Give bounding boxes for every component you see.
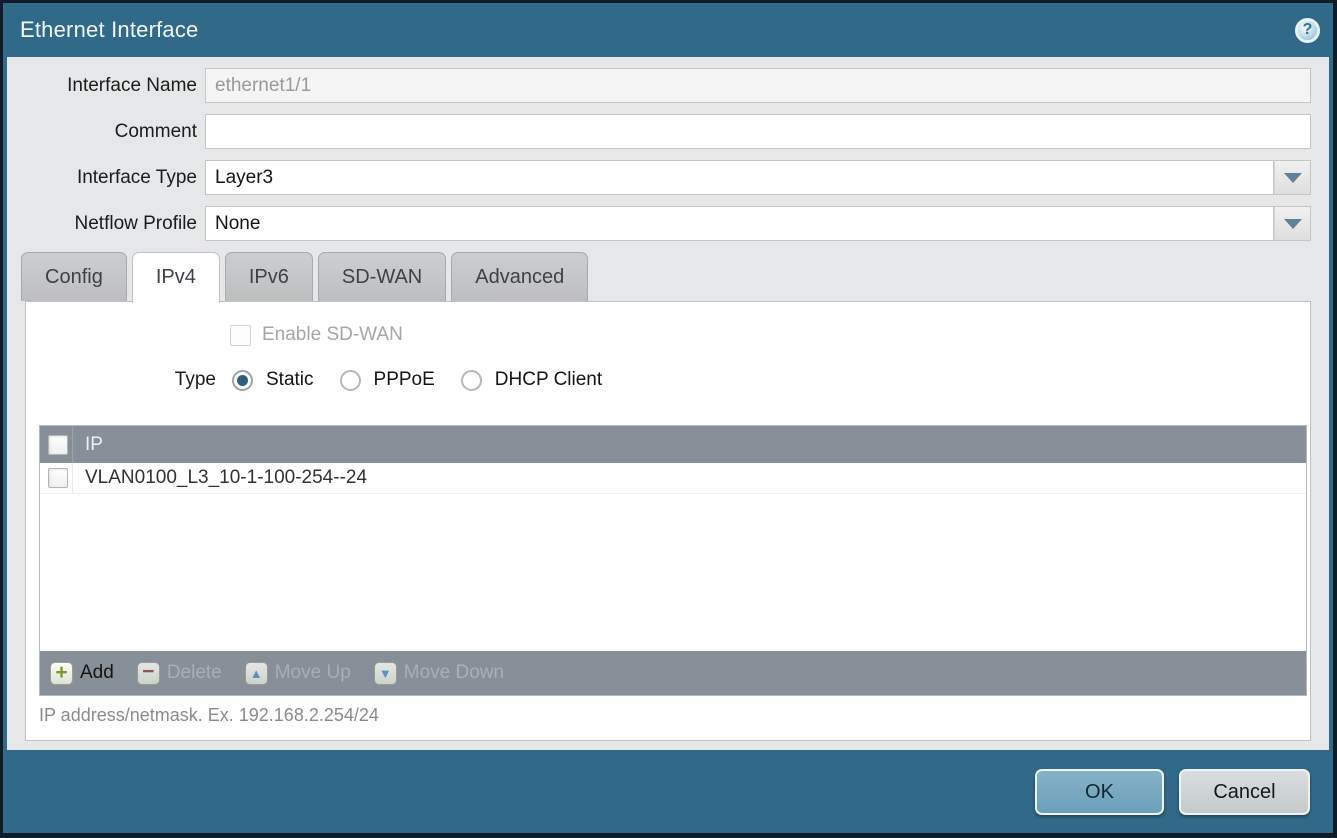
ip-column-header: IP <box>85 434 103 456</box>
tab-bar: Config IPv4 IPv6 SD-WAN Advanced <box>21 252 1329 301</box>
radio-button-icon[interactable] <box>461 370 482 391</box>
move-up-button: ▲ Move Up <box>245 662 351 685</box>
ipv4-tab-panel: Enable SD-WAN Type Static PPPoE DHCP Cli… <box>25 301 1311 741</box>
plus-icon: + <box>50 662 73 685</box>
chevron-down-icon <box>1284 173 1302 183</box>
radio-static[interactable]: Static <box>232 369 314 391</box>
cancel-button[interactable]: Cancel <box>1179 769 1310 815</box>
ip-table-body: VLAN0100_L3_10-1-100-254--24 <box>40 463 1306 651</box>
enable-sdwan-label: Enable SD-WAN <box>262 324 403 346</box>
minus-icon: − <box>137 662 160 685</box>
dialog-title: Ethernet Interface <box>20 17 198 43</box>
tab-advanced[interactable]: Advanced <box>451 252 588 301</box>
interface-type-dropdown-button[interactable] <box>1274 160 1311 195</box>
dialog-titlebar: Ethernet Interface ? <box>3 3 1333 57</box>
select-all-checkbox[interactable] <box>48 435 68 455</box>
ip-address-table: IP VLAN0100_L3_10-1-100-254--24 + Add <box>39 425 1307 696</box>
tab-sdwan[interactable]: SD-WAN <box>318 252 446 301</box>
arrow-down-icon: ▼ <box>374 662 397 685</box>
ethernet-interface-dialog: Ethernet Interface ? Interface Name Comm… <box>0 0 1337 838</box>
ok-button[interactable]: OK <box>1035 769 1164 815</box>
enable-sdwan-row: Enable SD-WAN <box>230 324 1310 346</box>
comment-row: Comment <box>7 114 1329 149</box>
help-icon[interactable]: ? <box>1295 18 1320 43</box>
tab-ipv6[interactable]: IPv6 <box>225 252 313 301</box>
type-label: Type <box>26 369 216 391</box>
netflow-profile-dropdown-button[interactable] <box>1274 206 1311 241</box>
ip-table-toolbar: + Add − Delete ▲ Move Up ▼ Move Down <box>40 651 1306 695</box>
chevron-down-icon <box>1284 219 1302 229</box>
ip-table-header: IP <box>40 426 1306 463</box>
ip-format-hint: IP address/netmask. Ex. 192.168.2.254/24 <box>39 705 379 726</box>
interface-type-label: Interface Type <box>7 167 205 189</box>
enable-sdwan-checkbox <box>230 325 251 346</box>
type-row: Type Static PPPoE DHCP Client <box>26 369 1310 391</box>
radio-static-label: Static <box>266 369 314 391</box>
comment-field[interactable] <box>205 114 1311 149</box>
tab-ipv4[interactable]: IPv4 <box>132 252 220 303</box>
radio-pppoe[interactable]: PPPoE <box>340 369 435 391</box>
netflow-profile-field[interactable] <box>205 206 1274 241</box>
delete-button: − Delete <box>137 662 222 685</box>
add-button[interactable]: + Add <box>50 662 114 685</box>
tab-config[interactable]: Config <box>21 252 127 301</box>
interface-name-label: Interface Name <box>7 75 205 97</box>
arrow-up-icon: ▲ <box>245 662 268 685</box>
netflow-profile-label: Netflow Profile <box>7 213 205 235</box>
dialog-footer: OK Cancel <box>3 750 1333 833</box>
interface-form: Interface Name Comment Interface Type <box>7 57 1329 241</box>
radio-dhcp-client-label: DHCP Client <box>495 369 602 391</box>
radio-button-icon[interactable] <box>340 370 361 391</box>
interface-name-field <box>205 68 1311 103</box>
interface-type-field[interactable] <box>205 160 1274 195</box>
table-row[interactable]: VLAN0100_L3_10-1-100-254--24 <box>40 463 1306 494</box>
move-down-button: ▼ Move Down <box>374 662 504 685</box>
dialog-body: Interface Name Comment Interface Type <box>7 57 1329 750</box>
radio-button-icon[interactable] <box>232 370 253 391</box>
radio-dhcp-client[interactable]: DHCP Client <box>461 369 602 391</box>
netflow-profile-row: Netflow Profile <box>7 206 1329 241</box>
radio-pppoe-label: PPPoE <box>374 369 435 391</box>
interface-name-row: Interface Name <box>7 68 1329 103</box>
comment-label: Comment <box>7 121 205 143</box>
row-checkbox[interactable] <box>48 468 68 488</box>
ip-value: VLAN0100_L3_10-1-100-254--24 <box>85 467 367 489</box>
interface-type-row: Interface Type <box>7 160 1329 195</box>
